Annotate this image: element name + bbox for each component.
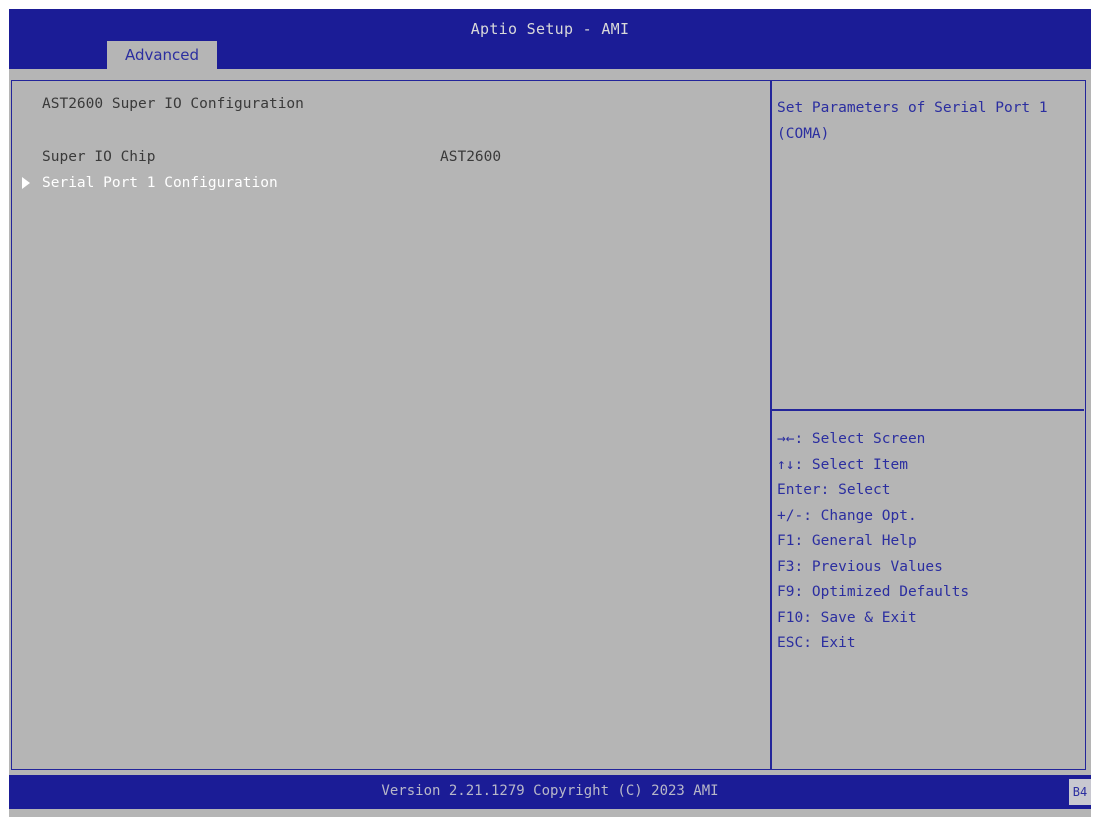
key-legend: →←: Select Screen ↑↓: Select Item Enter:… [777,427,969,657]
post-code-badge: B4 [1069,779,1091,805]
tab-advanced[interactable]: Advanced [107,41,217,69]
submenu-label: Serial Port 1 Configuration [42,175,278,191]
help-panel [770,80,1086,770]
key-hint: F3: Previous Values [777,558,943,575]
key-hint: Enter: Select [777,482,891,498]
submenu-arrow-icon [22,177,30,189]
version-copyright: Version 2.21.1279 Copyright (C) 2023 AMI [381,783,719,799]
super-io-chip-label: Super IO Chip [42,149,156,165]
key-hint: ESC: Exit [777,635,856,651]
key-hint: +/-: Change Opt. [777,507,917,524]
super-io-chip-value: AST2600 [440,149,502,165]
item-help-text: Set Parameters of Serial Port 1 (COMA) [777,100,1048,142]
key-hint: ↑↓: Select Item [777,456,908,473]
app-title: Aptio Setup - AMI [470,20,630,38]
header-bar: Aptio Setup - AMI Advanced [9,9,1091,69]
help-panel-divider [772,409,1084,411]
key-hint: F10: Save & Exit [777,609,917,626]
serial-port-1-configuration-item[interactable]: Serial Port 1 Configuration [22,172,278,194]
key-hint: F1: General Help [777,533,917,549]
key-hint: F9: Optimized Defaults [777,584,970,600]
page-title: AST2600 Super IO Configuration [42,96,304,112]
key-hint: →←: Select Screen [777,431,926,447]
footer-bar: Version 2.21.1279 Copyright (C) 2023 AMI… [9,775,1091,809]
bios-setup-window: Aptio Setup - AMI Advanced AST2600 Super… [9,9,1091,817]
